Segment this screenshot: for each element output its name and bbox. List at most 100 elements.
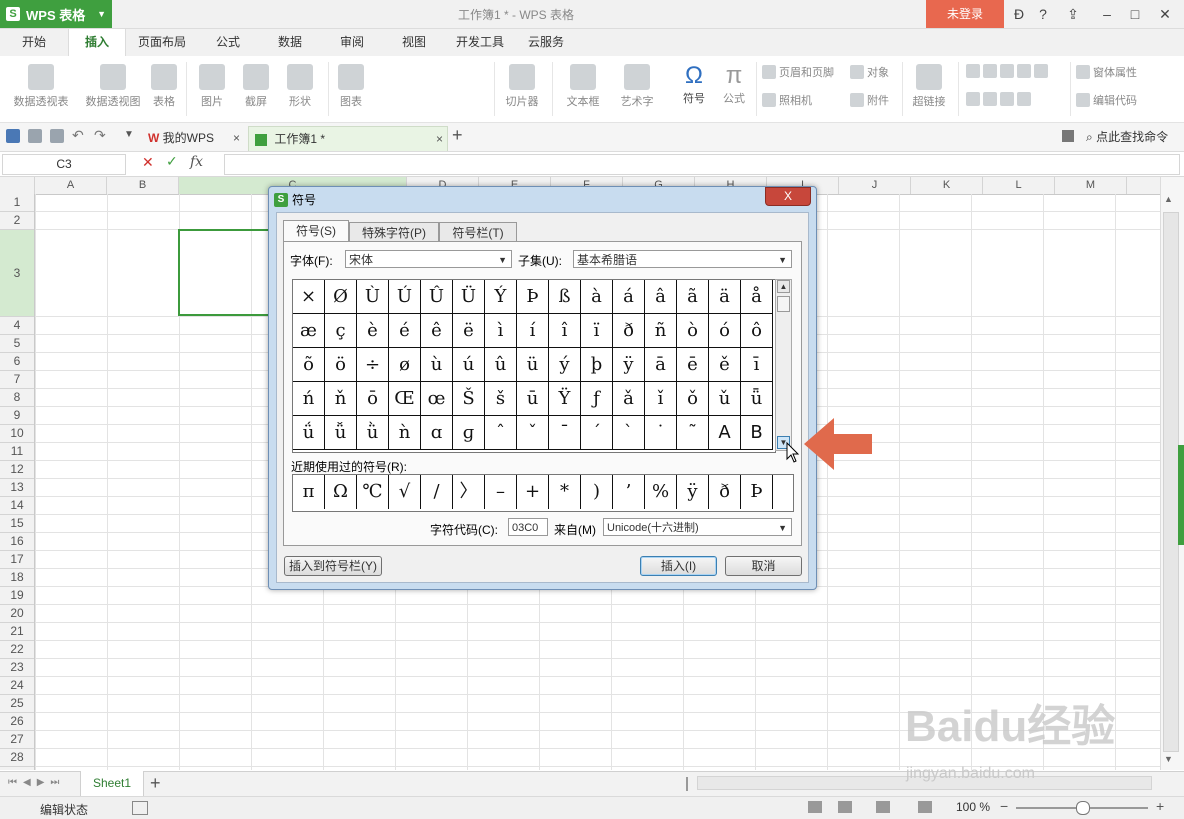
symbol-cell[interactable]: ˙ — [645, 416, 677, 450]
recent-symbol-cell[interactable]: Ω — [325, 475, 357, 509]
restore-ribbon-icon[interactable]: ⇪ — [1064, 5, 1082, 23]
row-header[interactable]: 4 — [0, 317, 34, 335]
tab-special-chars[interactable]: 特殊字符(P) — [349, 222, 439, 243]
symbol-cell[interactable]: à — [581, 280, 613, 314]
row-header[interactable]: 10 — [0, 425, 34, 443]
formula-input[interactable] — [224, 154, 1180, 175]
symbol-cell[interactable]: œ — [421, 382, 453, 416]
symbol-cell[interactable]: ń — [293, 382, 325, 416]
object-button[interactable]: 对象 — [850, 64, 889, 80]
symbol-cell[interactable]: ã — [677, 280, 709, 314]
symbol-button[interactable]: Ω 符号 — [672, 62, 716, 106]
shape-button[interactable]: 形状 — [280, 64, 320, 109]
scroll-down-icon[interactable]: ▼ — [1164, 754, 1173, 764]
symbol-cell[interactable]: Ý — [485, 280, 517, 314]
symbol-cell[interactable]: ð — [613, 314, 645, 348]
pivot-chart-button[interactable]: 数据透视图 — [78, 64, 148, 109]
new-tab-icon[interactable]: + — [452, 125, 463, 146]
chart-button[interactable]: 图表 — [334, 64, 368, 109]
textbox-button[interactable]: 文本框 — [558, 64, 608, 109]
symbol-cell[interactable]: ÿ — [613, 348, 645, 382]
tab-data[interactable]: 数据 — [264, 29, 316, 56]
symbol-cell[interactable]: ú — [453, 348, 485, 382]
symbol-cell[interactable]: B — [741, 416, 773, 450]
symbol-cell[interactable]: â — [645, 280, 677, 314]
row-header[interactable]: 22 — [0, 641, 34, 659]
symbol-cell[interactable]: ū — [517, 382, 549, 416]
column-header[interactable]: B — [107, 177, 179, 194]
form-controls-row-2[interactable] — [966, 92, 1031, 106]
recent-symbol-cell[interactable]: ℃ — [357, 475, 389, 509]
symbol-cell[interactable]: ˆ — [485, 416, 517, 450]
row-header[interactable]: 25 — [0, 695, 34, 713]
tab-home[interactable]: 开始 — [8, 29, 60, 56]
symbol-cell[interactable]: ß — [549, 280, 581, 314]
form-properties-button[interactable]: 窗体属性 — [1076, 64, 1137, 80]
recent-symbol-cell[interactable]: ð — [709, 475, 741, 509]
symbol-cell[interactable]: ǒ — [677, 382, 709, 416]
symbol-cell[interactable]: ä — [709, 280, 741, 314]
tab-symbols[interactable]: 符号(S) — [283, 220, 349, 243]
encoding-select[interactable]: Unicode(十六进制) ▼ — [603, 518, 792, 536]
symbol-cell[interactable]: ǜ — [357, 416, 389, 450]
layout-icon[interactable] — [876, 801, 890, 813]
symbol-cell[interactable]: Š — [453, 382, 485, 416]
symbol-cell[interactable]: ī — [741, 348, 773, 382]
zoom-out-icon[interactable]: − — [1000, 798, 1008, 814]
tab-page-layout[interactable]: 页面布局 — [132, 29, 192, 56]
symbol-cell[interactable]: ǔ — [709, 382, 741, 416]
row-header[interactable]: 3 — [0, 230, 34, 317]
symbol-cell[interactable]: ý — [549, 348, 581, 382]
symbol-cell[interactable]: š — [485, 382, 517, 416]
recent-symbol-cell[interactable]: % — [645, 475, 677, 509]
row-header[interactable]: 26 — [0, 713, 34, 731]
symbol-cell[interactable]: ɡ — [453, 416, 485, 450]
row-header[interactable]: 27 — [0, 731, 34, 749]
symbol-cell[interactable]: × — [293, 280, 325, 314]
hyperlink-button[interactable]: 超链接 — [906, 64, 952, 109]
row-header[interactable]: 15 — [0, 515, 34, 533]
symbol-cell[interactable]: Þ — [517, 280, 549, 314]
recent-symbol-cell[interactable]: π — [293, 475, 325, 509]
form-controls-row[interactable] — [966, 64, 1048, 78]
symbol-cell[interactable]: á — [613, 280, 645, 314]
edit-code-button[interactable]: 编辑代码 — [1076, 92, 1137, 108]
symbol-cell[interactable]: û — [485, 348, 517, 382]
page-break-view-icon[interactable] — [838, 801, 852, 813]
symbol-cell[interactable]: ǎ — [613, 382, 645, 416]
symbol-cell[interactable]: Ù — [357, 280, 389, 314]
recent-symbol-cell[interactable]: Þ — [741, 475, 773, 509]
sheet-nav-icons[interactable]: ⏮◀▶⏭ — [8, 777, 65, 788]
row-header[interactable]: 5 — [0, 335, 34, 353]
wordart-button[interactable]: 艺术字 — [612, 64, 662, 109]
symbol-cell[interactable]: è — [357, 314, 389, 348]
symbol-cell[interactable]: ǐ — [645, 382, 677, 416]
fx-icon[interactable]: fx — [190, 154, 203, 170]
column-header[interactable]: J — [839, 177, 911, 194]
recent-symbol-cell[interactable]: / — [421, 475, 453, 509]
row-header[interactable]: 6 — [0, 353, 34, 371]
symbol-cell[interactable]: Ú — [389, 280, 421, 314]
font-select[interactable]: 宋体 ▼ — [345, 250, 512, 268]
zoom-in-icon[interactable]: + — [1156, 798, 1164, 814]
symbol-cell[interactable]: Ø — [325, 280, 357, 314]
scroll-up-icon[interactable]: ▲ — [777, 280, 790, 293]
symbol-cell[interactable]: ø — [389, 348, 421, 382]
symbol-cell[interactable]: ë — [453, 314, 485, 348]
selected-cell[interactable] — [178, 229, 273, 316]
tab-formulas[interactable]: 公式 — [202, 29, 254, 56]
row-header[interactable]: 13 — [0, 479, 34, 497]
tab-workbook[interactable]: 工作簿1 * × — [248, 126, 448, 151]
tab-symbol-bar[interactable]: 符号栏(T) — [439, 222, 517, 243]
eye-icon[interactable] — [918, 801, 932, 813]
symbol-cell[interactable]: ˉ — [549, 416, 581, 450]
column-header[interactable]: M — [1055, 177, 1127, 194]
close-icon[interactable]: × — [233, 126, 240, 150]
help-icon[interactable]: ? — [1034, 5, 1052, 23]
symbol-cell[interactable]: æ — [293, 314, 325, 348]
symbol-cell[interactable]: Û — [421, 280, 453, 314]
print-icon[interactable] — [28, 129, 42, 143]
row-header[interactable]: 2 — [0, 212, 34, 230]
tab-splitter[interactable] — [686, 777, 688, 791]
symbol-cell[interactable]: ō — [357, 382, 389, 416]
